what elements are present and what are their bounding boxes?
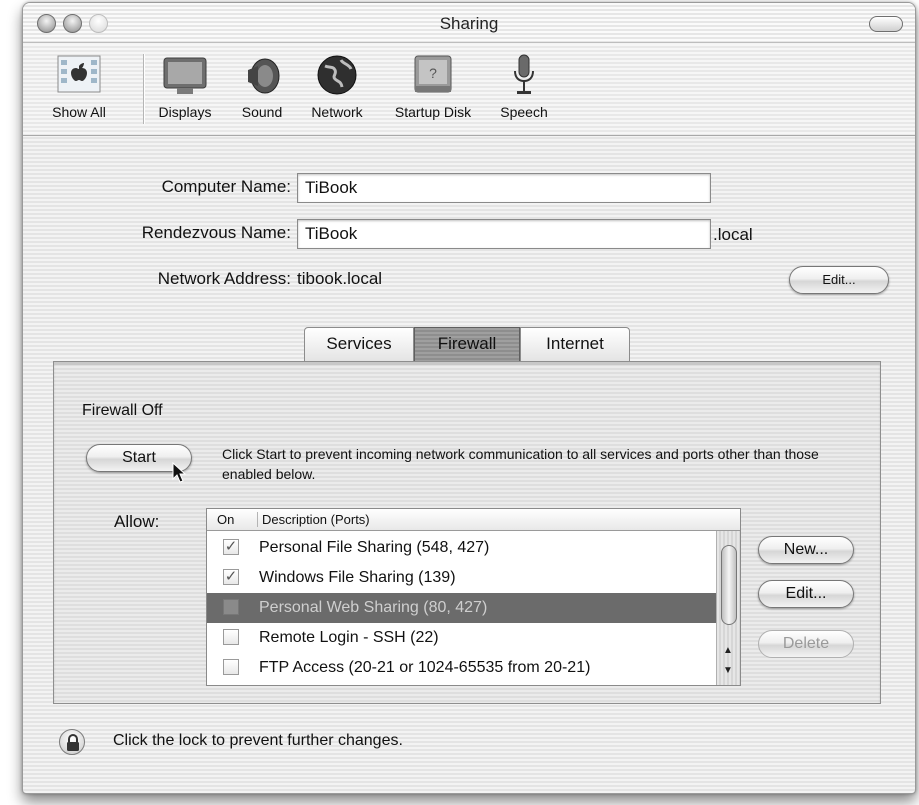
toolbar-toggle-button[interactable]	[869, 16, 903, 32]
column-header-on[interactable]: On	[217, 512, 234, 527]
rendezvous-suffix: .local	[713, 225, 753, 244]
row-checkbox[interactable]: ✓	[223, 539, 239, 555]
row-description: FTP Access (20-21 or 1024-65535 from 20-…	[259, 659, 591, 676]
vertical-scrollbar[interactable]: ▲ ▼	[716, 531, 740, 685]
ports-list[interactable]: On Description (Ports) ✓ Personal File S…	[206, 508, 741, 686]
display-icon	[161, 52, 209, 98]
sharing-window: Sharing Show All Displays Sound Network …	[22, 2, 916, 794]
list-row[interactable]: ✓ Windows File Sharing (139)	[207, 563, 717, 593]
toolbar-label: Speech	[500, 104, 548, 120]
row-checkbox[interactable]: ✓	[223, 569, 239, 585]
tab-services[interactable]: Services	[304, 327, 414, 361]
list-row[interactable]: Remote Login - SSH (22)	[207, 623, 717, 653]
toolbar-label: Startup Disk	[394, 104, 472, 120]
firewall-description: Click Start to prevent incoming network …	[222, 446, 819, 482]
toolbar-label: Network	[311, 104, 363, 120]
toolbar-network[interactable]: Network	[301, 52, 373, 120]
row-description: Personal Web Sharing (80, 427)	[259, 599, 488, 616]
list-row[interactable]: FTP Access (20-21 or 1024-65535 from 20-…	[207, 653, 717, 683]
toolbar-label: Show All	[52, 104, 106, 120]
toolbar-sound[interactable]: Sound	[231, 52, 293, 120]
svg-text:?: ?	[429, 65, 437, 81]
microphone-icon	[500, 52, 548, 98]
checkmark-icon: ✓	[224, 568, 238, 585]
list-header: On Description (Ports)	[207, 509, 740, 531]
row-description: Windows File Sharing (139)	[259, 569, 456, 586]
toolbar-startup-disk[interactable]: ? Startup Disk	[383, 52, 483, 120]
network-address-value: tibook.local	[297, 269, 383, 288]
toolbar-label: Displays	[158, 104, 212, 120]
row-description: Personal File Sharing (548, 427)	[259, 539, 490, 556]
list-row-selected[interactable]: Personal Web Sharing (80, 427)	[207, 593, 717, 623]
column-header-description[interactable]: Description (Ports)	[257, 512, 370, 527]
lock-message: Click the lock to prevent further change…	[113, 732, 403, 749]
row-checkbox[interactable]	[223, 629, 239, 645]
scroll-up-arrow-icon[interactable]: ▲	[723, 645, 733, 656]
row-description: Remote Login - SSH (22)	[259, 629, 439, 646]
apple-menu-icon	[55, 52, 103, 98]
row-checkbox[interactable]	[223, 599, 239, 615]
rendezvous-name-label: Rendezvous Name:	[141, 223, 291, 242]
allow-label: Allow:	[114, 512, 160, 531]
row-checkbox[interactable]	[223, 659, 239, 675]
title-bar: Sharing	[23, 3, 915, 43]
edit-port-button[interactable]: Edit...	[758, 580, 854, 608]
hard-disk-icon: ?	[409, 52, 457, 98]
speaker-icon	[238, 52, 286, 98]
list-row[interactable]: ✓ Personal File Sharing (548, 427)	[207, 533, 717, 563]
lock-icon[interactable]	[59, 729, 85, 755]
toolbar-speech[interactable]: Speech	[493, 52, 555, 120]
preferences-toolbar: Show All Displays Sound Network ? Startu…	[23, 44, 915, 136]
toolbar-label: Sound	[241, 104, 283, 120]
new-port-button[interactable]: New...	[758, 536, 854, 564]
toolbar-displays[interactable]: Displays	[149, 52, 221, 120]
rendezvous-name-field[interactable]	[297, 219, 711, 249]
tab-internet[interactable]: Internet	[520, 327, 630, 361]
scroll-thumb[interactable]	[721, 545, 737, 625]
firewall-panel: Firewall Off Start Click Start to preven…	[53, 361, 881, 704]
network-address-label: Network Address:	[157, 269, 291, 288]
window-title: Sharing	[439, 14, 499, 33]
checkmark-icon: ✓	[224, 538, 238, 555]
toolbar-separator	[143, 54, 144, 124]
panel-divider	[54, 362, 880, 365]
toolbar-show-all[interactable]: Show All	[31, 52, 127, 120]
firewall-status: Firewall Off	[82, 402, 163, 419]
tab-firewall[interactable]: Firewall	[414, 327, 520, 361]
computer-name-field[interactable]	[297, 173, 711, 203]
edit-name-button[interactable]: Edit...	[789, 266, 889, 294]
computer-name-label: Computer Name:	[161, 177, 291, 196]
delete-port-button[interactable]: Delete	[758, 630, 854, 658]
scroll-down-arrow-icon[interactable]: ▼	[723, 665, 733, 676]
mouse-pointer-icon	[172, 462, 187, 483]
globe-icon	[313, 52, 361, 98]
